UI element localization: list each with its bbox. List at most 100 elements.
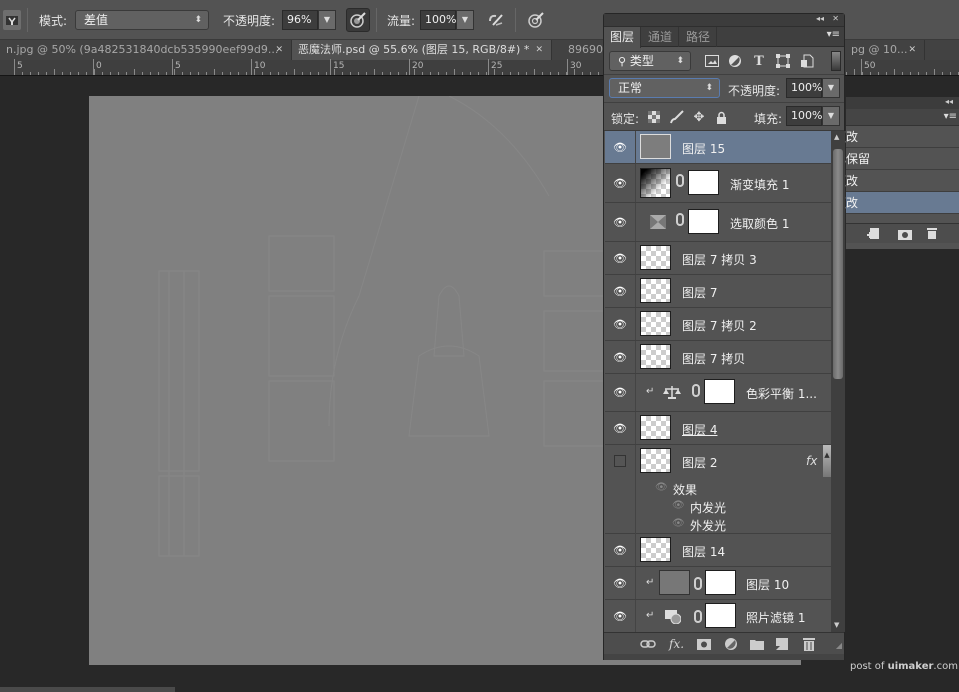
fill-input[interactable]: 100% [786,106,822,126]
visibility-toggle[interactable]: 👁 [605,412,636,444]
new-adjustment-layer-icon[interactable] [724,637,738,651]
filter-kind-dropdown[interactable]: ⚲ 类型 ⬍ [609,51,691,71]
layer-row[interactable]: 👁 图层 7 拷贝 2 [605,308,831,341]
filter-adjustment-icon[interactable] [728,54,742,68]
visibility-toggle[interactable]: 👁 [605,308,636,340]
pressure-size-button[interactable] [524,8,548,32]
filter-shape-icon[interactable] [776,54,790,68]
visibility-toggle[interactable]: 👁 [605,341,636,373]
link-icon[interactable] [692,384,700,397]
delete-layer-icon[interactable] [803,637,815,651]
mode-dropdown[interactable]: 差值 ⬍ [75,10,209,30]
layer-row[interactable]: 👁 图层 14 [605,534,831,567]
panel-menu-icon[interactable]: ▾≡ [827,29,840,40]
layer-row[interactable]: 👁 选取颜色 1 [605,203,831,242]
lock-transparent-pixels-icon[interactable] [647,110,661,124]
layer-row[interactable]: 👁 图层 7 拷贝 3 [605,242,831,275]
fill-dropdown-button[interactable]: ▼ [822,106,840,126]
pressure-opacity-button[interactable] [346,8,370,32]
scroll-down-arrow[interactable]: ▼ [834,621,839,629]
doc-tab[interactable]: n.jpg @ 50% (9a482531840dcb535990eef99d9… [0,40,292,60]
flow-input[interactable]: 100% [420,10,456,30]
eye-icon[interactable]: 👁 [655,482,668,493]
add-mask-icon[interactable] [697,637,711,651]
doc-tab[interactable]: pg @ 10... ✕ [845,40,925,60]
opacity-dropdown-button[interactable]: ▼ [318,10,336,30]
history-item-selected[interactable]: 更改 [834,192,959,214]
layer-mask-thumbnail[interactable] [688,170,719,195]
visibility-toggle[interactable]: 👁 [605,242,636,274]
scroll-up-arrow[interactable]: ▲ [834,133,839,141]
close-icon[interactable]: ✕ [535,40,543,60]
visibility-toggle[interactable]: 👁 [605,534,636,566]
visibility-toggle[interactable]: 👁 [605,600,636,632]
add-layer-style-icon[interactable]: fx. [669,637,684,651]
close-icon[interactable]: ✕ [832,14,839,23]
new-layer-icon[interactable] [776,637,788,651]
layer-mask-thumbnail[interactable] [704,379,735,404]
fx-icon[interactable]: fx [806,454,817,468]
filter-type-icon[interactable]: T [752,54,766,69]
visibility-toggle[interactable]: 👁 [605,275,636,307]
flow-dropdown-button[interactable]: ▼ [456,10,474,30]
tab-paths[interactable]: 路径 [680,27,718,47]
visibility-toggle[interactable] [605,445,636,534]
panel-menu-icon[interactable]: ▾≡ [944,111,957,122]
filter-smart-object-icon[interactable] [800,54,814,68]
scrollbar-thumb[interactable] [833,149,843,379]
panel-titlebar[interactable]: ◂◂ ✕ [604,14,844,27]
close-icon[interactable]: ✕ [275,40,283,60]
link-icon[interactable] [694,610,702,623]
tab-layers[interactable]: 图层 [604,27,642,48]
link-icon[interactable] [676,213,684,226]
link-layers-icon[interactable] [640,637,656,651]
history-item[interactable]: 更改 [834,126,959,148]
close-icon[interactable]: ✕ [908,40,916,60]
eye-icon[interactable]: 👁 [672,518,685,529]
doc-tab-active[interactable]: 恶魔法师.psd @ 55.6% (图层 15, RGB/8#) * ✕ [292,40,552,60]
visibility-toggle[interactable]: 👁 [605,164,636,202]
new-group-icon[interactable] [750,637,764,651]
link-icon[interactable] [694,577,702,590]
filter-pixel-icon[interactable] [705,54,719,68]
layer-row[interactable]: 图层 2 fx ▲ 👁 效果 👁 内发光 👁 外发光 [605,445,831,534]
lock-all-icon[interactable] [714,110,728,124]
eye-icon[interactable]: 👁 [672,500,685,511]
panel-resize-handle[interactable] [604,654,844,660]
resize-grip-icon[interactable]: ◢ [836,641,842,650]
collapse-effects-arrow[interactable]: ▲ [823,445,831,477]
history-item[interactable]: 已保留 [834,148,959,170]
visibility-toggle[interactable]: 👁 [605,567,636,599]
blend-mode-dropdown[interactable]: 正常 ⬍ [609,78,720,98]
layer-opacity-input[interactable]: 100% [786,78,822,98]
visibility-toggle[interactable]: 👁 [605,203,636,241]
layer-mask-thumbnail[interactable] [705,570,736,595]
layer-row-selected[interactable]: 👁 图层 15 [605,131,831,164]
airbrush-button[interactable] [484,8,508,32]
visibility-toggle[interactable]: 👁 [605,374,636,411]
filter-toggle-switch[interactable] [831,51,841,71]
layers-scrollbar[interactable]: ▲ ▼ [831,131,845,632]
visibility-toggle[interactable]: 👁 [605,131,636,163]
link-icon[interactable] [676,174,684,187]
trash-icon[interactable] [926,226,938,240]
lock-image-pixels-icon[interactable] [670,110,684,124]
layer-mask-thumbnail[interactable] [688,209,719,234]
layer-row[interactable]: 👁 ↵ 照片滤镜 1 [605,600,831,632]
layer-row[interactable]: 👁 图层 7 拷贝 [605,341,831,374]
layer-row[interactable]: 👁 ↵ 色彩平衡 1... [605,374,831,412]
opacity-input[interactable]: 96% [282,10,318,30]
layer-row[interactable]: 👁 ↵ 图层 10 [605,567,831,600]
collapse-icon[interactable]: ◂◂ [945,97,953,106]
lock-position-icon[interactable]: ✥ [692,110,706,125]
new-document-from-state-icon[interactable] [866,227,880,241]
history-item[interactable]: 更改 [834,170,959,192]
layer-opacity-dropdown-button[interactable]: ▼ [822,78,840,98]
layer-row[interactable]: 👁 图层 7 [605,275,831,308]
layer-row[interactable]: 👁 渐变填充 1 [605,164,831,203]
camera-icon[interactable] [897,227,913,241]
layer-row[interactable]: 👁 图层 4 [605,412,831,445]
tab-channels[interactable]: 通道 [642,27,680,47]
layer-mask-thumbnail[interactable] [705,603,736,628]
collapse-icon[interactable]: ◂◂ [816,14,824,23]
